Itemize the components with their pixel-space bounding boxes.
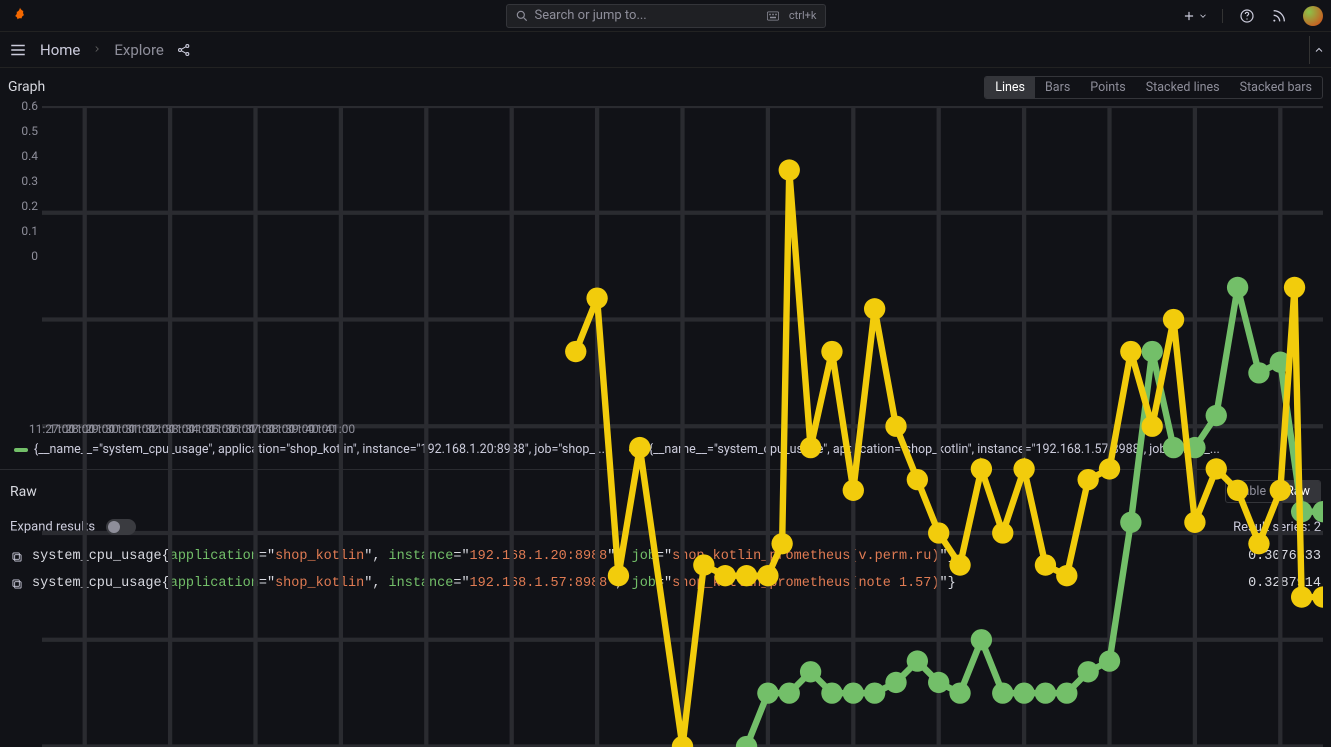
search-placeholder: Search or jump to... <box>535 8 767 23</box>
breadcrumb-current: Explore <box>114 41 164 59</box>
graph-panel-header: Graph LinesBarsPointsStacked linesStacke… <box>8 74 1323 100</box>
x-tick: 11:41:00 <box>309 422 355 436</box>
keyboard-icon <box>767 11 779 21</box>
graph-panel-title: Graph <box>8 79 45 95</box>
topbar-right <box>1182 6 1323 26</box>
legend-swatch <box>14 448 28 452</box>
copy-icon[interactable] <box>10 550 24 564</box>
viz-tab-stacked-lines[interactable]: Stacked lines <box>1136 77 1230 98</box>
user-avatar[interactable] <box>1303 6 1323 26</box>
viz-tab-stacked-bars[interactable]: Stacked bars <box>1230 77 1322 98</box>
y-tick: 0.2 <box>21 199 38 213</box>
menu-toggle-icon[interactable] <box>8 40 28 60</box>
breadcrumb-home[interactable]: Home <box>40 41 80 59</box>
topbar: Search or jump to... ctrl+k <box>0 0 1331 32</box>
chevron-right-icon <box>92 42 102 58</box>
grafana-logo-icon[interactable] <box>8 4 32 28</box>
viz-type-tabs: LinesBarsPointsStacked linesStacked bars <box>984 76 1323 99</box>
viz-tab-bars[interactable]: Bars <box>1035 77 1080 98</box>
breadcrumb-bar: Home Explore <box>0 32 1331 68</box>
viz-tab-points[interactable]: Points <box>1080 77 1135 98</box>
rss-icon[interactable] <box>1271 8 1287 24</box>
chevron-down-icon <box>1198 11 1208 21</box>
share-icon[interactable] <box>176 42 192 58</box>
y-tick: 0.6 <box>21 99 38 113</box>
help-icon[interactable] <box>1239 8 1255 24</box>
graph-panel: Graph LinesBarsPointsStacked linesStacke… <box>0 68 1331 465</box>
search-shortcut: ctrl+k <box>767 9 817 22</box>
copy-icon[interactable] <box>10 577 24 591</box>
y-tick: 0.1 <box>21 224 38 238</box>
plus-icon <box>1182 9 1196 23</box>
y-axis: 0 0.1 0.2 0.3 0.4 0.5 0.6 <box>8 102 42 418</box>
search-icon <box>515 9 529 23</box>
collapse-panel-icon[interactable] <box>1309 36 1327 64</box>
y-tick: 0.5 <box>21 124 38 138</box>
y-tick: 0 <box>31 249 38 263</box>
new-menu[interactable] <box>1182 9 1223 23</box>
raw-panel-title: Raw <box>10 484 37 500</box>
y-tick: 0.3 <box>21 174 38 188</box>
viz-tab-lines[interactable]: Lines <box>985 77 1035 98</box>
chart-area[interactable]: 0 0.1 0.2 0.3 0.4 0.5 0.6 11:27:0011:28:0011:2… <box>8 102 1323 438</box>
global-search[interactable]: Search or jump to... ctrl+k <box>506 4 826 28</box>
x-axis: 11:27:0011:28:0011:29:0011:30:0011:31:00… <box>42 420 1323 438</box>
y-tick: 0.4 <box>21 149 38 163</box>
expand-results-toggle[interactable] <box>106 519 136 535</box>
